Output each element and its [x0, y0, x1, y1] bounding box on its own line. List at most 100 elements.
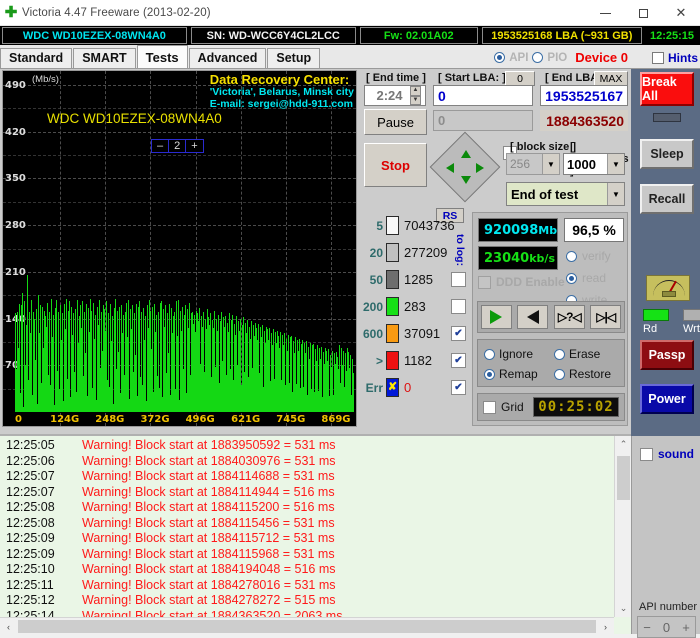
scroll-thumb-horizontal[interactable]: [18, 620, 596, 633]
action-erase[interactable]: Erase: [554, 347, 618, 361]
log-row[interactable]: 12:25:08 Warning! Block start at 18841154…: [0, 516, 614, 532]
log-vertical-scrollbar[interactable]: ⌃ ⌄: [614, 436, 631, 617]
recall-button[interactable]: Recall: [640, 184, 694, 214]
radio-ignore-icon[interactable]: [484, 348, 495, 360]
ddd-enable-row[interactable]: DDD Enable: [478, 275, 565, 289]
legend-checkbox[interactable]: ✔: [451, 380, 466, 395]
random-button[interactable]: ▷?◁: [553, 305, 585, 329]
radio-remap-icon[interactable]: [484, 368, 495, 380]
radio-pio[interactable]: [532, 52, 544, 63]
mode-option-read[interactable]: read: [566, 271, 606, 285]
tab-smart[interactable]: SMART: [73, 48, 136, 68]
log-message: Warning! Block start at 1884030976 = 531…: [82, 453, 336, 468]
dpad-left-icon[interactable]: [446, 163, 454, 173]
dpad-right-icon[interactable]: [476, 163, 484, 173]
log-row[interactable]: 12:25:14 Warning! Block start at 18843635…: [0, 609, 614, 618]
radio-api[interactable]: [494, 52, 506, 63]
graph-bar: [111, 315, 113, 412]
chevron-down-icon[interactable]: ▼: [607, 183, 624, 205]
end-of-test-select[interactable]: End of test ▼: [506, 182, 625, 206]
log-row[interactable]: 12:25:07 Warning! Block start at 18841146…: [0, 469, 614, 485]
scroll-thumb-vertical[interactable]: [617, 456, 630, 500]
log-row[interactable]: 12:25:10 Warning! Block start at 18841940…: [0, 562, 614, 578]
api-increment-button[interactable]: +: [677, 617, 695, 637]
grid-checkbox[interactable]: [483, 400, 496, 414]
start-lba-input[interactable]: 0: [433, 85, 533, 106]
scroll-right-icon[interactable]: ›: [597, 618, 614, 635]
zoom-in-button[interactable]: +: [186, 140, 202, 152]
direction-pad[interactable]: [429, 131, 501, 203]
sleep-button[interactable]: Sleep: [640, 139, 694, 169]
legend-checkbox[interactable]: ✔: [451, 353, 466, 368]
scroll-left-icon[interactable]: ‹: [0, 618, 17, 635]
maximize-button[interactable]: [624, 0, 662, 26]
stop-button[interactable]: Stop: [364, 143, 427, 187]
legend-row: 20 277209: [360, 239, 468, 266]
log-list[interactable]: 12:25:05 Warning! Block start at 18839505…: [0, 436, 614, 617]
tab-setup[interactable]: Setup: [267, 48, 321, 68]
tab-standard[interactable]: Standard: [0, 48, 73, 68]
scroll-down-icon[interactable]: ⌄: [615, 600, 632, 617]
api-decrement-button[interactable]: −: [638, 617, 656, 637]
graph-bar: [22, 293, 24, 412]
scroll-up-icon[interactable]: ⌃: [615, 436, 632, 453]
chevron-down-icon[interactable]: ▼: [607, 154, 624, 174]
log-message: Warning! Block start at 1884114944 = 516…: [82, 484, 335, 499]
end-button[interactable]: ▷|◁: [590, 305, 622, 329]
radio-restore-icon[interactable]: [554, 368, 565, 380]
power-button[interactable]: Power: [640, 384, 694, 414]
log-row[interactable]: 12:25:07 Warning! Block start at 18841149…: [0, 485, 614, 501]
chevron-down-icon[interactable]: ▼: [542, 154, 559, 174]
log-row[interactable]: 12:25:09 Warning! Block start at 18841159…: [0, 547, 614, 563]
break-all-button[interactable]: Break All: [640, 72, 694, 106]
play-button[interactable]: [480, 305, 512, 329]
block-size-select[interactable]: 256 ▼: [506, 153, 560, 175]
log-row[interactable]: 12:25:11 Warning! Block start at 18842780…: [0, 578, 614, 594]
legend-count: 1182: [404, 353, 432, 368]
tab-advanced[interactable]: Advanced: [188, 48, 267, 68]
end-lba-input[interactable]: 1953525167: [540, 85, 628, 106]
radio-verify-icon[interactable]: [566, 250, 577, 262]
radio-read-icon[interactable]: [566, 272, 577, 284]
legend-checkbox[interactable]: ✔: [451, 326, 466, 341]
start-lba-reset-button[interactable]: 0: [505, 71, 535, 86]
mode-option-verify[interactable]: verify: [566, 249, 611, 263]
graph-zoom-stepper[interactable]: – 2 +: [151, 139, 204, 153]
legend-checkbox[interactable]: [451, 299, 466, 314]
pause-button[interactable]: Pause: [364, 109, 427, 135]
zoom-out-button[interactable]: –: [152, 140, 170, 152]
action-remap[interactable]: Remap: [484, 367, 548, 381]
timeout-select[interactable]: 1000 ▼: [563, 153, 625, 175]
sidebar: Break All Sleep Recall Rd Wrt Passp Powe…: [631, 69, 700, 638]
end-icon: ▷|◁: [596, 310, 616, 324]
radio-erase-icon[interactable]: [554, 348, 565, 360]
legend-checkbox[interactable]: [451, 272, 466, 287]
speed-graph[interactable]: 70140210280350420490 0124G248G372G496G62…: [2, 70, 357, 427]
legend-threshold: 200: [362, 299, 383, 314]
end-time-spinner[interactable]: ▲ ▼: [410, 86, 421, 105]
end-time-field[interactable]: 2:24 ▲ ▼: [364, 85, 426, 106]
log-row[interactable]: 12:25:12 Warning! Block start at 18842782…: [0, 593, 614, 609]
dpad-down-icon[interactable]: [461, 176, 471, 184]
tab-tests[interactable]: Tests: [136, 45, 188, 68]
log-row[interactable]: 12:25:05 Warning! Block start at 18839505…: [0, 438, 614, 454]
minimize-button[interactable]: [586, 0, 624, 26]
action-ignore[interactable]: Ignore: [484, 347, 548, 361]
api-number-stepper[interactable]: − 0 +: [637, 616, 696, 638]
transport-buttons: ▷?◁ ▷|◁: [477, 301, 625, 333]
sound-row[interactable]: sound: [640, 447, 694, 461]
current-end-readout: 1884363520: [540, 110, 628, 131]
log-row[interactable]: 12:25:09 Warning! Block start at 18841157…: [0, 531, 614, 547]
action-restore[interactable]: Restore: [554, 367, 618, 381]
close-icon[interactable]: ✕: [662, 0, 700, 26]
log-row[interactable]: 12:25:08 Warning! Block start at 18841152…: [0, 500, 614, 516]
end-lba-max-button[interactable]: MAX: [594, 71, 628, 86]
dpad-up-icon[interactable]: [461, 150, 471, 158]
log-row[interactable]: 12:25:06 Warning! Block start at 18840309…: [0, 454, 614, 470]
drive-info-bar: WDC WD10EZEX-08WN4A0 SN: WD-WCC6Y4CL2LCC…: [0, 26, 700, 45]
reverse-button[interactable]: [517, 305, 549, 329]
log-horizontal-scrollbar[interactable]: ‹ ›: [0, 617, 614, 634]
sound-checkbox[interactable]: [640, 447, 653, 461]
passport-button[interactable]: Passp: [640, 340, 694, 370]
ddd-checkbox[interactable]: [478, 275, 491, 289]
